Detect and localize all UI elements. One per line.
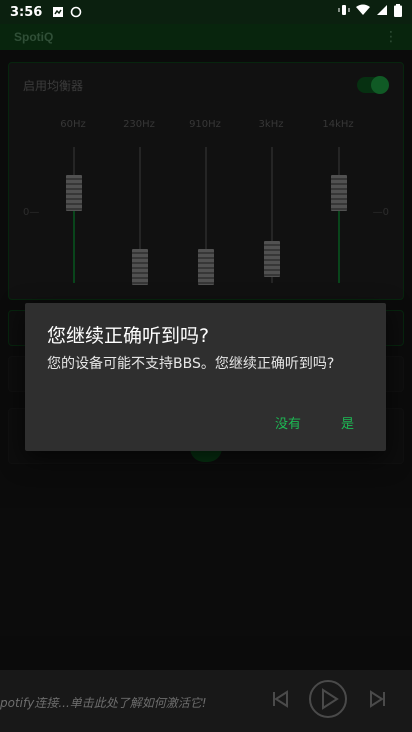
dialog-title: 您继续正确听到吗? <box>47 325 210 347</box>
wifi-icon <box>356 4 370 20</box>
skip-next-icon <box>368 689 388 713</box>
compatibility-dialog: 您继续正确听到吗? 您的设备可能不支持BBS。您继续正确听到吗? 没有 是 <box>25 303 386 451</box>
connection-message[interactable]: potify连接...单击此处了解如何激活它! <box>0 694 207 711</box>
status-time: 3:56 <box>10 4 43 20</box>
next-button[interactable] <box>362 670 394 732</box>
dialog-message: 您的设备可能不支持BBS。您继续正确听到吗? <box>47 356 335 372</box>
no-button[interactable]: 没有 <box>275 413 301 432</box>
yes-button[interactable]: 是 <box>341 413 354 432</box>
player-bar: potify连接...单击此处了解如何激活它! <box>0 670 412 732</box>
play-icon <box>308 679 348 723</box>
skip-previous-icon <box>270 689 290 713</box>
sync-icon <box>70 6 82 18</box>
notification-icon <box>52 6 64 18</box>
battery-icon <box>394 3 402 21</box>
vibrate-icon <box>338 4 350 20</box>
status-bar: 3:56 <box>0 0 412 24</box>
play-button[interactable] <box>306 670 350 732</box>
signal-icon <box>376 4 388 20</box>
previous-button[interactable] <box>264 670 296 732</box>
